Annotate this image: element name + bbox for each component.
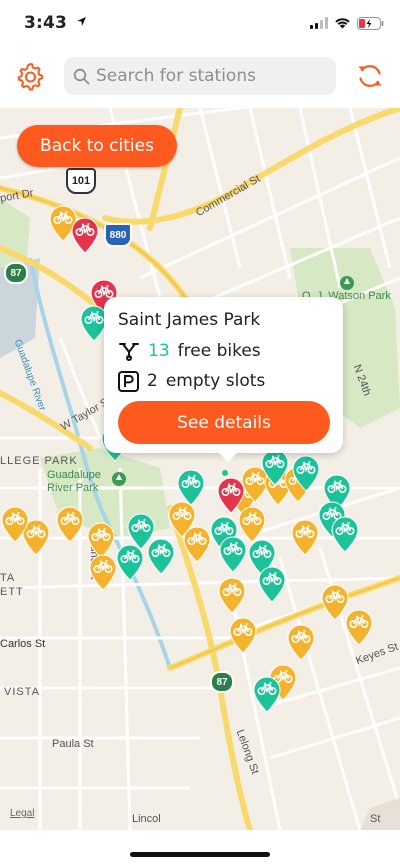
hwy-87-shield: 87 — [4, 262, 28, 284]
bike-station-pin-green[interactable] — [115, 543, 145, 581]
map-label-ett: ETT — [0, 586, 24, 598]
free-bikes-row: 13 free bikes — [118, 340, 261, 362]
free-bikes-count: 13 — [148, 341, 170, 361]
bike-station-pin-yellow[interactable] — [228, 616, 258, 654]
bike-station-pin-yellow[interactable] — [0, 505, 30, 543]
map-label-college-park: LLEGE PARK — [0, 455, 78, 467]
hwy-101-shield: 101 — [66, 168, 96, 194]
back-to-cities-button[interactable]: Back to cities — [17, 125, 177, 167]
home-indicator-area — [0, 830, 400, 866]
map-label-st: St — [370, 813, 381, 825]
bike-station-pin-yellow[interactable] — [344, 608, 374, 646]
park-icon — [340, 276, 354, 290]
bike-station-pin-green[interactable] — [146, 537, 176, 575]
bike-station-pin-green[interactable] — [291, 454, 321, 492]
empty-slots-count: 2 — [147, 371, 158, 391]
empty-slots-label: empty slots — [165, 371, 266, 391]
bike-station-pin-green[interactable] — [218, 535, 248, 573]
bike-station-pin-red[interactable] — [70, 216, 100, 254]
map-label-guadalupe-river-park: Guadalupe River Park — [47, 469, 101, 494]
status-bar: 3:43 — [0, 0, 400, 44]
status-time: 3:43 — [24, 13, 87, 33]
popup-pointer — [218, 452, 238, 462]
battery-charging-icon — [357, 16, 384, 30]
map-label-lincoln: Lincol — [132, 813, 161, 825]
bike-station-pin-green[interactable] — [257, 565, 287, 603]
refresh-icon[interactable] — [355, 61, 385, 91]
selected-station-dot — [222, 470, 228, 476]
bike-station-pin-yellow[interactable] — [217, 576, 247, 614]
bike-station-pin-yellow[interactable] — [55, 505, 85, 543]
map-legal-link[interactable]: Legal — [10, 808, 34, 819]
bike-station-pin-red[interactable] — [216, 476, 246, 514]
bike-station-pin-green[interactable] — [260, 448, 290, 486]
bike-station-pin-yellow[interactable] — [88, 553, 118, 591]
search-field[interactable]: Search for stations — [64, 57, 336, 95]
map-label-carlos-st: Carlos St — [0, 638, 46, 650]
bike-dock-icon — [119, 343, 139, 361]
station-name: Saint James Park — [118, 310, 261, 330]
map-label-paula-st: Paula St — [52, 738, 94, 750]
park-icon — [112, 472, 126, 486]
free-bikes-label: free bikes — [177, 341, 261, 361]
empty-slots-row: 2 empty slots — [118, 370, 265, 392]
wifi-icon — [335, 18, 350, 29]
settings-gear-icon[interactable] — [15, 61, 45, 91]
map-label-vista: VISTA — [4, 686, 40, 698]
search-icon — [73, 68, 90, 84]
home-indicator — [130, 852, 270, 857]
search-placeholder: Search for stations — [96, 66, 256, 86]
bike-station-pin-green[interactable] — [252, 675, 282, 713]
signal-icon — [310, 17, 328, 29]
location-arrow-icon — [77, 17, 87, 26]
bike-station-pin-green[interactable] — [330, 515, 360, 553]
parking-icon — [118, 370, 139, 392]
bike-station-pin-yellow[interactable] — [182, 525, 212, 563]
bike-station-pin-yellow[interactable] — [290, 518, 320, 556]
map-label-ta: TA — [0, 572, 16, 584]
see-details-button[interactable]: See details — [118, 401, 330, 444]
map-view[interactable]: port Dr Commercial St Guadalupe River W … — [0, 108, 400, 830]
hwy-880-shield: 880 — [104, 223, 132, 247]
hwy-87-shield: 87 — [210, 671, 234, 693]
top-bar: Search for stations — [0, 44, 400, 108]
station-popup: Saint James Park 13 free bikes 2 empty s… — [104, 297, 343, 462]
bike-station-pin-yellow[interactable] — [286, 623, 316, 661]
